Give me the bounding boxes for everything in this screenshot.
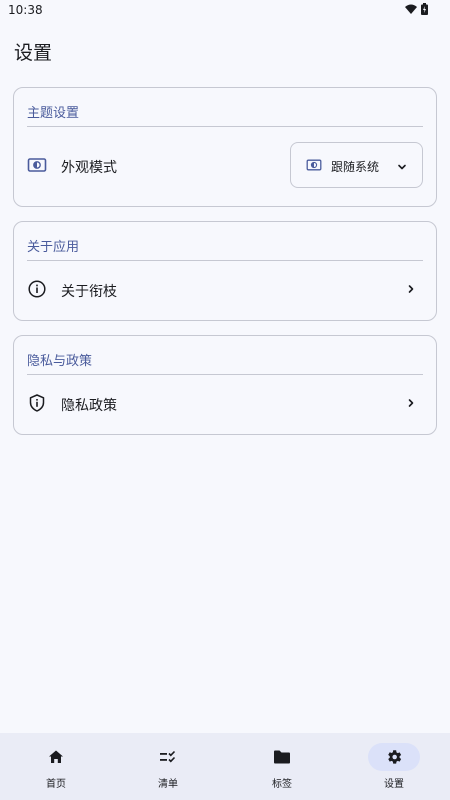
gear-icon [368,743,420,771]
divider [27,126,423,127]
status-bar: 10:38 [0,0,450,22]
folder-icon [256,743,308,771]
appearance-mode-dropdown[interactable]: 跟随系统 [290,142,423,188]
chevron-right-icon[interactable] [404,396,418,410]
wifi-icon [405,4,417,14]
home-icon [30,743,82,771]
battery-icon [421,3,428,15]
about-app-card: 关于应用 关于衔枝 [13,221,437,321]
nav-label-settings: 设置 [384,779,404,790]
divider [27,374,423,375]
appearance-mode-label: 外观模式 [61,160,117,176]
nav-label-home: 首页 [46,779,66,790]
privacy-policy-card: 隐私与政策 隐私政策 [13,335,437,435]
page-title: 设置 [14,42,53,64]
about-app-row[interactable]: 关于衔枝 [61,281,117,301]
privacy-card-header: 隐私与政策 [27,354,93,369]
theme-card-header: 主题设置 [27,106,80,121]
dropdown-selected-value: 跟随系统 [331,160,380,174]
status-icons [405,3,428,15]
nav-item-home[interactable]: 首页 [0,733,112,800]
contrast-icon [27,155,47,175]
nav-item-list[interactable]: 清单 [112,733,224,800]
privacy-policy-row[interactable]: 隐私政策 [61,395,117,415]
nav-item-settings[interactable]: 设置 [338,733,450,800]
nav-label-list: 清单 [158,779,178,790]
theme-settings-card: 主题设置 外观模式 跟随系统 [13,87,437,207]
chevron-right-icon[interactable] [404,282,418,296]
info-icon [27,279,47,299]
nav-item-tags[interactable]: 标签 [226,733,338,800]
divider [27,260,423,261]
chevron-down-icon [396,158,408,177]
contrast-icon [305,157,323,177]
status-time: 10:38 [8,3,43,17]
nav-label-tags: 标签 [272,779,292,790]
bottom-nav: 首页 清单 标签 设置 [0,733,450,800]
checklist-icon [142,743,194,771]
about-card-header: 关于应用 [27,240,80,255]
shield-icon [27,393,47,413]
